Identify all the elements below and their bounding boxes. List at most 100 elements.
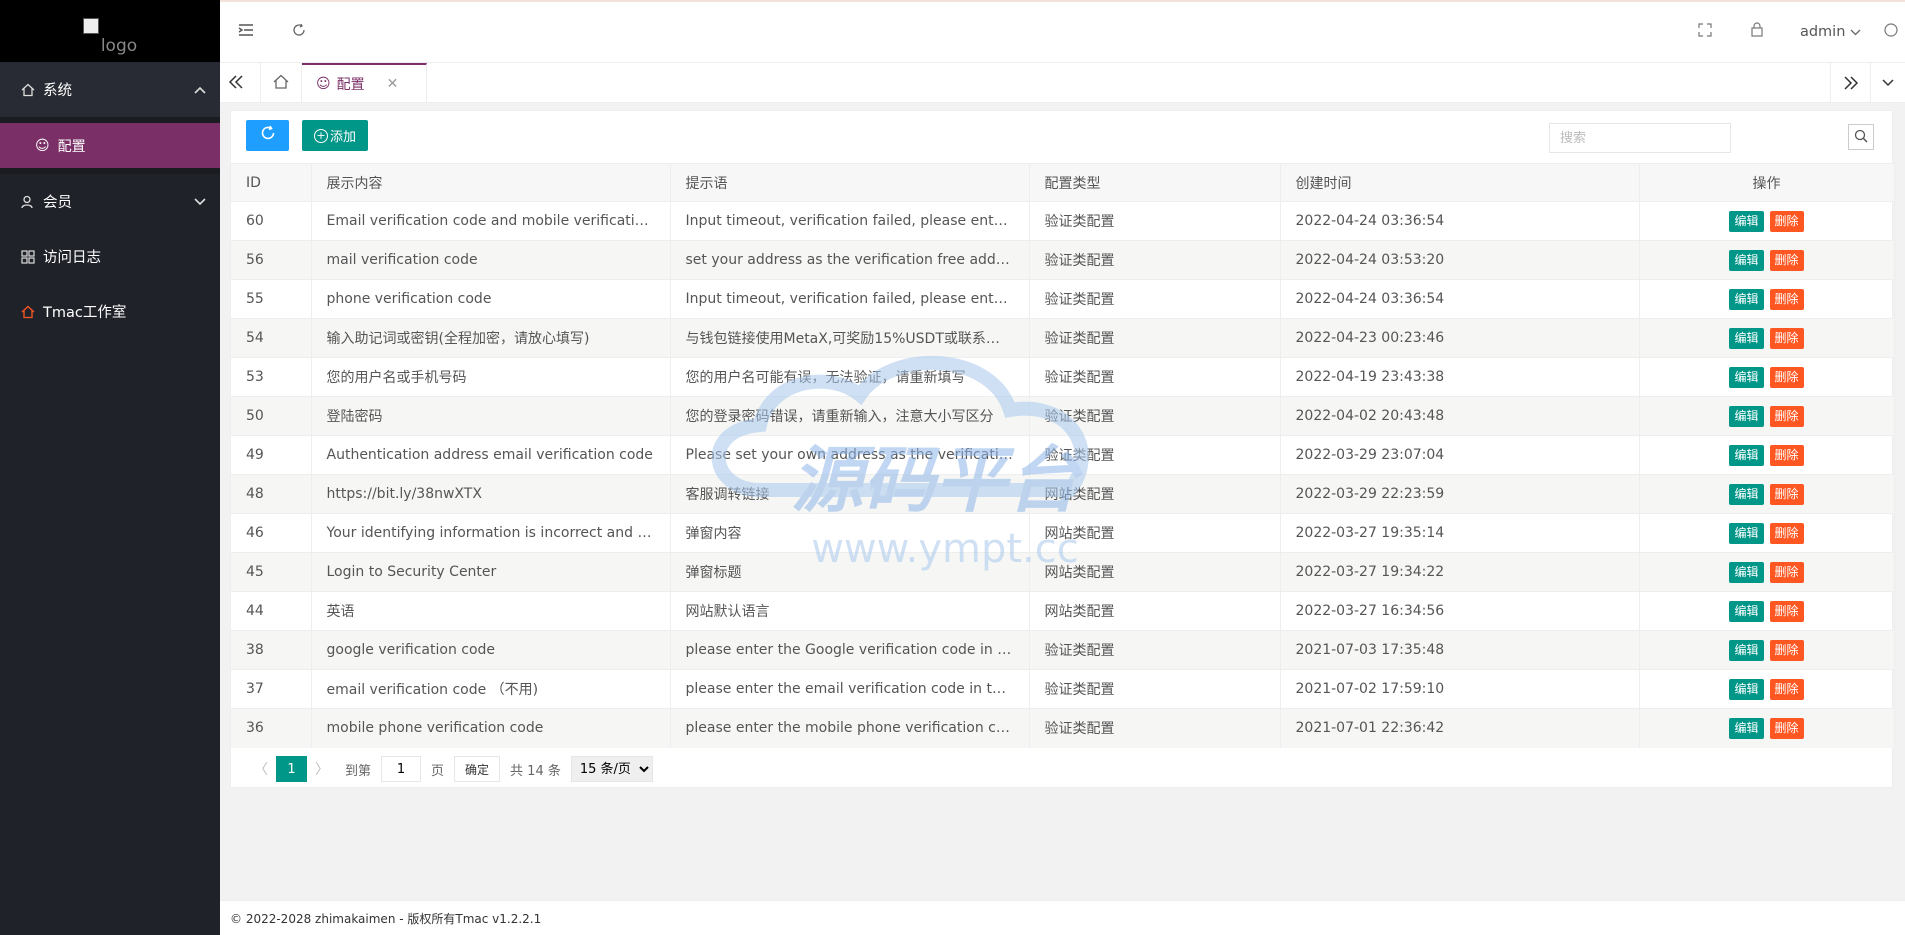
delete-button[interactable]: 删除 xyxy=(1769,288,1804,310)
cell-type: 验证类配置 xyxy=(1029,357,1281,397)
table-row[interactable]: 46 Your identifying information is incorr… xyxy=(231,513,1895,553)
lock-icon[interactable] xyxy=(1750,22,1764,41)
table-row[interactable]: 60 Email verification code and mobile ver… xyxy=(231,201,1895,241)
tabs-dropdown-icon[interactable] xyxy=(1870,63,1905,103)
table-row[interactable]: 50 登陆密码 您的登录密码错误，请重新输入，注意大小写区分 验证类配置 2022-04… xyxy=(231,396,1895,436)
chevron-left-icon[interactable]: 〈 xyxy=(246,759,276,779)
sidebar-item-label: Tmac工作室 xyxy=(43,305,127,321)
search-icon xyxy=(1854,129,1868,146)
table-row[interactable]: 56 mail verification code set your address… xyxy=(231,240,1895,280)
page-jump-input[interactable] xyxy=(381,756,422,782)
table-row[interactable]: 44 英语 网站默认语言 网站类配置 2022-03-27 16:34:56 编辑 删除 xyxy=(231,591,1895,631)
table-row[interactable]: 38 google verification code please enter t… xyxy=(231,630,1895,670)
table-row[interactable]: 45 Login to Security Center 弹窗标题 网站类配置 2022-… xyxy=(231,552,1895,592)
cell-id: 37 xyxy=(231,669,312,709)
copyright-text: © 2022-2028 zhimakaimen - 版权所有Tmac v1.2.… xyxy=(230,911,542,926)
table-row[interactable]: 55 phone verification code Input timeout, … xyxy=(231,279,1895,319)
edit-button[interactable]: 编辑 xyxy=(1729,561,1764,583)
column-header-created[interactable]: 创建时间 xyxy=(1280,163,1640,202)
tabs-scroll-right-icon[interactable] xyxy=(1830,63,1870,103)
search-input[interactable] xyxy=(1549,123,1731,153)
edit-button[interactable]: 编辑 xyxy=(1729,327,1764,349)
theme-icon[interactable] xyxy=(1883,22,1905,41)
goto-label: 到第 xyxy=(345,763,372,779)
menu-toggle-icon[interactable] xyxy=(238,22,254,41)
sidebar-item-members[interactable]: 会员 xyxy=(0,174,220,229)
sidebar-item-label: 访问日志 xyxy=(43,250,101,266)
delete-button[interactable]: 删除 xyxy=(1769,327,1804,349)
delete-button[interactable]: 删除 xyxy=(1769,717,1804,739)
chevron-up-icon xyxy=(194,83,206,97)
logo[interactable]: logo xyxy=(0,0,220,62)
delete-button[interactable]: 删除 xyxy=(1769,678,1804,700)
delete-button[interactable]: 删除 xyxy=(1769,210,1804,232)
refresh-icon[interactable] xyxy=(292,22,306,41)
user-menu[interactable]: admin xyxy=(1800,24,1861,40)
table-row[interactable]: 36 mobile phone verification code please e… xyxy=(231,708,1895,748)
chevron-right-icon[interactable]: 〉 xyxy=(307,759,337,779)
edit-button[interactable]: 编辑 xyxy=(1729,717,1764,739)
sidebar-item-config[interactable]: ☺ 配置 xyxy=(0,123,220,168)
tabs-scroll-left-icon[interactable] xyxy=(228,71,244,95)
cell-created: 2022-04-24 03:36:54 xyxy=(1280,279,1640,319)
sidebar-item-system[interactable]: 系统 xyxy=(0,62,220,117)
edit-button[interactable]: 编辑 xyxy=(1729,678,1764,700)
delete-button[interactable]: 删除 xyxy=(1769,600,1804,622)
table-toolbar: + 添加 xyxy=(231,111,1892,163)
edit-button[interactable]: 编辑 xyxy=(1729,405,1764,427)
column-header-content[interactable]: 展示内容 xyxy=(311,163,671,202)
table-row[interactable]: 48 https://bit.ly/38nwXTX 客服调转链接 网站类配置 2022-… xyxy=(231,474,1895,514)
cell-content: 您的用户名或手机号码 xyxy=(311,357,671,397)
cell-hint: please enter the email verification code… xyxy=(670,669,1030,709)
broken-image-icon xyxy=(82,18,99,34)
delete-button[interactable]: 删除 xyxy=(1769,405,1804,427)
sidebar-item-tmac-studio[interactable]: Tmac工作室 xyxy=(0,284,220,339)
column-header-type[interactable]: 配置类型 xyxy=(1029,163,1281,202)
cell-type: 验证类配置 xyxy=(1029,669,1281,709)
edit-button[interactable]: 编辑 xyxy=(1729,366,1764,388)
delete-button[interactable]: 删除 xyxy=(1769,366,1804,388)
edit-button[interactable]: 编辑 xyxy=(1729,600,1764,622)
page-confirm-button[interactable]: 确定 xyxy=(454,756,501,782)
table-row[interactable]: 54 输入助记词或密钥(全程加密，请放心填写) 与钱包链接使用MetaX,可奖励15… xyxy=(231,318,1895,358)
edit-button[interactable]: 编辑 xyxy=(1729,444,1764,466)
cell-content: mail verification code xyxy=(311,240,671,280)
delete-button[interactable]: 删除 xyxy=(1769,444,1804,466)
sidebar-item-access-log[interactable]: 访问日志 xyxy=(0,229,220,284)
cell-hint: set your address as the verification fre… xyxy=(670,240,1030,280)
cell-created: 2022-03-29 23:07:04 xyxy=(1280,435,1640,475)
delete-button[interactable]: 删除 xyxy=(1769,561,1804,583)
table-row[interactable]: 49 Authentication address email verificat… xyxy=(231,435,1895,475)
cell-created: 2022-04-24 03:36:54 xyxy=(1280,201,1640,241)
column-header-id[interactable]: ID xyxy=(231,163,312,202)
refresh-button[interactable] xyxy=(246,120,289,151)
cell-actions: 编辑 删除 xyxy=(1639,318,1895,358)
cell-content: 输入助记词或密钥(全程加密，请放心填写) xyxy=(311,318,671,358)
tab-home[interactable] xyxy=(260,63,302,103)
fullscreen-icon[interactable] xyxy=(1698,22,1712,41)
table-row[interactable]: 53 您的用户名或手机号码 您的用户名可能有误，无法验证，请重新填写 验证类配置 202… xyxy=(231,357,1895,397)
edit-button[interactable]: 编辑 xyxy=(1729,483,1764,505)
column-header-hint[interactable]: 提示语 xyxy=(670,163,1030,202)
delete-button[interactable]: 删除 xyxy=(1769,639,1804,661)
column-header-actions: 操作 xyxy=(1639,163,1895,202)
cell-actions: 编辑 删除 xyxy=(1639,552,1895,592)
search-button[interactable] xyxy=(1848,124,1874,150)
edit-button[interactable]: 编辑 xyxy=(1729,639,1764,661)
delete-button[interactable]: 删除 xyxy=(1769,249,1804,271)
edit-button[interactable]: 编辑 xyxy=(1729,522,1764,544)
add-button[interactable]: + 添加 xyxy=(302,120,368,151)
delete-button[interactable]: 删除 xyxy=(1769,483,1804,505)
cell-id: 45 xyxy=(231,552,312,592)
cell-created: 2022-03-27 16:34:56 xyxy=(1280,591,1640,631)
delete-button[interactable]: 删除 xyxy=(1769,522,1804,544)
edit-button[interactable]: 编辑 xyxy=(1729,288,1764,310)
edit-button[interactable]: 编辑 xyxy=(1729,210,1764,232)
close-icon[interactable]: ✕ xyxy=(387,76,399,92)
table-row[interactable]: 37 email verification code （不用) please ent… xyxy=(231,669,1895,709)
page-current[interactable]: 1 xyxy=(276,756,307,782)
cell-content: phone verification code xyxy=(311,279,671,319)
edit-button[interactable]: 编辑 xyxy=(1729,249,1764,271)
tab-config[interactable]: ☺ 配置 ✕ xyxy=(302,63,427,103)
page-size-select[interactable]: 15 条/页 xyxy=(570,756,653,782)
